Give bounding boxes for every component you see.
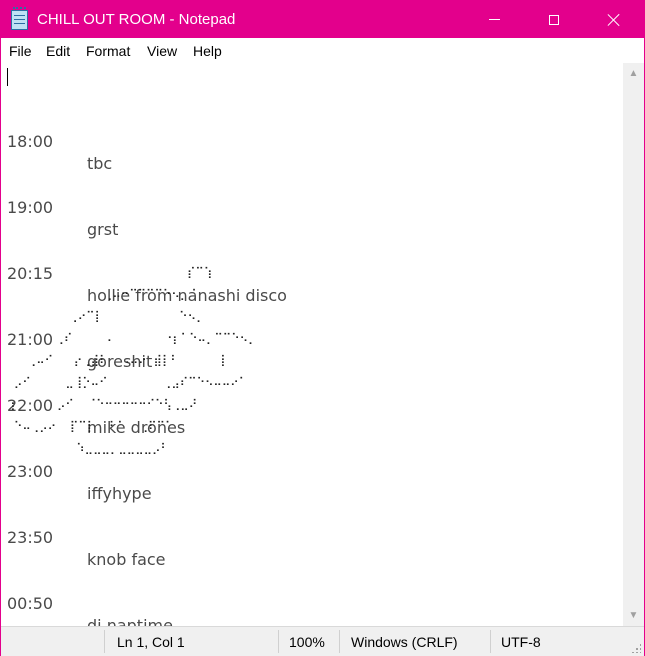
resize-grip-icon[interactable] bbox=[631, 643, 641, 653]
text-editor[interactable]: 18:00 tbc 19:00 grst 20:15 hollie from n… bbox=[1, 63, 623, 626]
schedule-line: 19:00 grst bbox=[7, 175, 118, 239]
menu-bar: File Edit Format View Help bbox=[1, 38, 644, 63]
maximize-icon bbox=[549, 14, 559, 25]
minimize-button[interactable] bbox=[471, 1, 517, 38]
status-divider bbox=[104, 630, 105, 653]
vertical-scrollbar[interactable]: ▲ ▼ bbox=[623, 63, 644, 626]
menu-edit[interactable]: Edit bbox=[46, 42, 70, 60]
set-act: iffyhype bbox=[87, 484, 152, 503]
cursor-position: Ln 1, Col 1 bbox=[117, 634, 185, 650]
maximize-button[interactable] bbox=[531, 1, 577, 38]
set-time: 19:00 bbox=[7, 198, 54, 217]
status-bar: Ln 1, Col 1 100% Windows (CRLF) UTF-8 bbox=[1, 626, 644, 656]
scroll-down-icon[interactable]: ▼ bbox=[623, 607, 644, 624]
schedule-line: 23:50 knob face bbox=[7, 505, 166, 569]
minimize-icon bbox=[488, 19, 500, 20]
title-bar[interactable]: CHILL OUT ROOM - Notepad bbox=[1, 1, 644, 38]
menu-file[interactable]: File bbox=[9, 42, 32, 60]
ascii-art: ⡎⠉⢱ ⢀⠤⠒⠉⠉⠉⠉⠑⠢⡀⠈ ⢀⠔⠉⡇ ⠑⠢⡀ ⢀⠎ ⠄ ⠐⡆⠁⠑⠤⡀⠉⠉⠑⠢… bbox=[7, 265, 257, 455]
encoding: UTF-8 bbox=[501, 634, 541, 650]
status-divider bbox=[339, 630, 340, 653]
set-act: tbc bbox=[87, 154, 113, 173]
set-time: 23:00 bbox=[7, 462, 54, 481]
set-time: 18:00 bbox=[7, 132, 54, 151]
menu-format[interactable]: Format bbox=[86, 42, 130, 60]
set-time: 00:50 bbox=[7, 594, 54, 613]
close-button[interactable] bbox=[591, 1, 637, 38]
window-title: CHILL OUT ROOM - Notepad bbox=[37, 11, 236, 28]
set-act: knob face bbox=[87, 550, 166, 569]
status-divider bbox=[278, 630, 279, 653]
menu-help[interactable]: Help bbox=[193, 42, 222, 60]
notepad-icon bbox=[11, 7, 28, 30]
schedule-line: 20:15 hollie from nanashi disco bbox=[7, 241, 287, 305]
schedule-line: 18:00 tbc bbox=[7, 109, 112, 173]
set-act: dj naptime bbox=[87, 616, 173, 626]
zoom-level: 100% bbox=[289, 634, 325, 650]
line-ending: Windows (CRLF) bbox=[351, 634, 458, 650]
schedule-line: 00:50 dj naptime bbox=[7, 571, 173, 626]
close-icon bbox=[607, 13, 621, 27]
scroll-up-icon[interactable]: ▲ bbox=[623, 65, 644, 82]
menu-view[interactable]: View bbox=[147, 42, 177, 60]
status-divider bbox=[490, 630, 491, 653]
notepad-window: CHILL OUT ROOM - Notepad File Edit Forma… bbox=[0, 0, 645, 656]
set-act: grst bbox=[87, 220, 119, 239]
set-time: 23:50 bbox=[7, 528, 54, 547]
